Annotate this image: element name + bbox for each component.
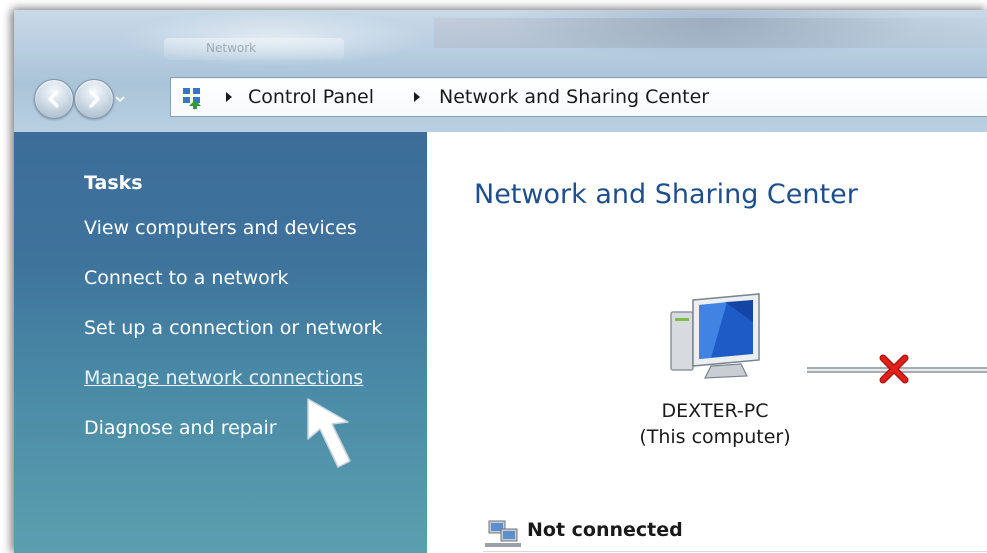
tasks-heading: Tasks xyxy=(84,172,143,194)
red-x-icon[interactable] xyxy=(879,354,909,384)
page-title: Network and Sharing Center xyxy=(474,179,858,210)
sidebar-item-view-computers[interactable]: View computers and devices xyxy=(84,217,357,239)
breadcrumb-network-sharing-center[interactable]: Network and Sharing Center xyxy=(439,86,709,108)
connection-line xyxy=(807,354,987,384)
address-bar[interactable]: Control Panel Network and Sharing Center xyxy=(170,77,987,117)
back-arrow-icon xyxy=(48,90,59,108)
sidebar-item-diagnose-repair[interactable]: Diagnose and repair xyxy=(84,417,277,439)
breadcrumb-separator-icon[interactable] xyxy=(413,92,421,102)
mouse-pointer-icon xyxy=(307,398,351,468)
recent-pages-dropdown[interactable] xyxy=(114,94,126,104)
explorer-window: Network Control Panel Network and Sharin… xyxy=(14,10,987,553)
network-icon xyxy=(485,520,521,547)
tasks-sidebar: Tasks View computers and devices Connect… xyxy=(14,132,427,553)
computer-subtitle: (This computer) xyxy=(639,426,791,448)
forward-arrow-icon xyxy=(89,90,100,108)
background-tab-title: Network xyxy=(206,41,257,55)
computer-icon[interactable] xyxy=(667,292,767,382)
main-content: Network and Sharing Center DEXTER-PC (Th… xyxy=(427,132,987,553)
forward-button[interactable] xyxy=(74,79,114,119)
computer-name: DEXTER-PC xyxy=(661,400,769,422)
window-glass-header: Network Control Panel Network and Sharin… xyxy=(14,10,987,132)
breadcrumb-control-panel[interactable]: Control Panel xyxy=(248,86,374,108)
sidebar-item-manage-connections[interactable]: Manage network connections xyxy=(84,367,363,389)
control-panel-icon xyxy=(183,88,201,109)
back-button[interactable] xyxy=(34,79,74,119)
status-divider xyxy=(483,551,987,552)
connection-status: Not connected xyxy=(527,519,683,541)
sidebar-item-connect-network[interactable]: Connect to a network xyxy=(84,267,289,289)
sidebar-item-setup-connection[interactable]: Set up a connection or network xyxy=(84,317,382,339)
breadcrumb-separator-icon[interactable] xyxy=(225,92,233,102)
blurred-background xyxy=(434,18,987,48)
